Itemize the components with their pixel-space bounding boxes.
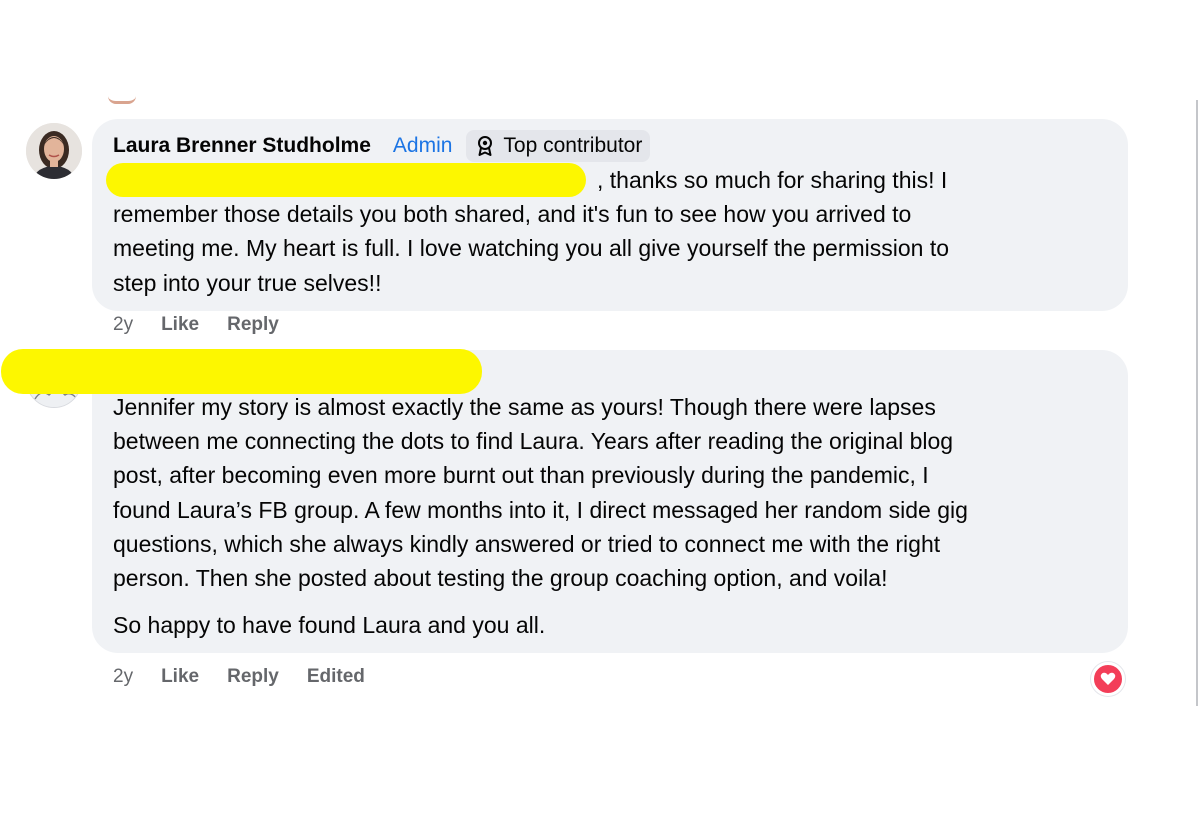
badge-label: Top contributor xyxy=(503,134,643,157)
comment-thread: Laura Brenner Studholme Admin Top contri… xyxy=(0,0,1200,830)
comment-line: post, after becoming even more burnt out… xyxy=(113,462,929,489)
admin-label: Admin xyxy=(392,134,453,157)
comment-text: Jennifer my story is almost exactly the … xyxy=(113,390,968,595)
heart-reaction-icon[interactable] xyxy=(1091,662,1125,696)
comment-line: found Laura’s FB group. A few months int… xyxy=(113,496,968,523)
comment-line: remember those details you both shared, … xyxy=(113,201,912,228)
award-ribbon-icon xyxy=(476,135,494,157)
timestamp[interactable]: 2y xyxy=(113,666,133,688)
edited-label[interactable]: Edited xyxy=(307,666,365,688)
like-button[interactable]: Like xyxy=(161,666,199,688)
comment-line: Jennifer my story is almost exactly the … xyxy=(113,394,936,420)
comment-line: , thanks so much for sharing this! I xyxy=(597,167,948,193)
comment-line: meeting me. My heart is full. I love wat… xyxy=(113,235,950,262)
reply-button[interactable]: Reply xyxy=(227,666,279,688)
comment-actions: 2y Like Reply Edited xyxy=(113,666,365,688)
comment-header: Laura Brenner Studholme Admin Top contri… xyxy=(113,130,651,162)
top-contributor-badge[interactable]: Top contributor xyxy=(466,130,651,162)
comment-line: person. Then she posted about testing th… xyxy=(113,565,888,592)
comment-line: between me connecting the dots to find L… xyxy=(113,428,954,455)
comment-actions: 2y Like Reply xyxy=(113,314,307,336)
comment-line: questions, which she always kindly answe… xyxy=(113,530,941,557)
previous-comment-avatar-edge xyxy=(108,96,136,104)
author-name[interactable]: Laura Brenner Studholme xyxy=(113,134,371,158)
scrollbar-edge xyxy=(1196,100,1198,706)
redaction-mark xyxy=(1,349,482,394)
avatar[interactable] xyxy=(26,123,82,179)
comment-line: step into your true selves!! xyxy=(113,269,382,296)
comment-text: , thanks so much for sharing this! I rem… xyxy=(113,163,949,300)
timestamp[interactable]: 2y xyxy=(113,314,133,336)
comment-paragraph: So happy to have found Laura and you all… xyxy=(113,612,546,638)
reply-button[interactable]: Reply xyxy=(227,314,279,336)
like-button[interactable]: Like xyxy=(161,314,199,336)
